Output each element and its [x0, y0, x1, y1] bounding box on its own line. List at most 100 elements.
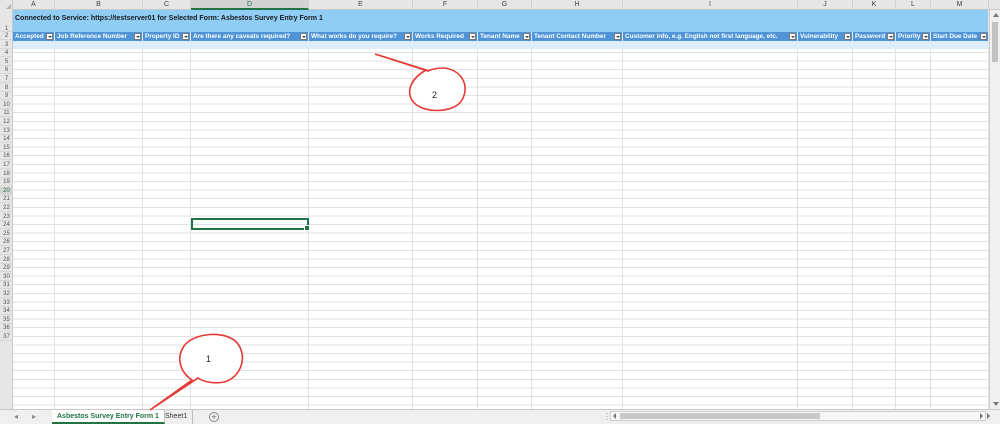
header-cell-b[interactable]: Job Reference Number	[55, 32, 143, 41]
row-header-24[interactable]: 24	[0, 221, 13, 230]
table-first-data-row[interactable]	[13, 41, 988, 49]
row-header-15[interactable]: 15	[0, 144, 13, 152]
filter-dropdown-icon[interactable]	[887, 33, 894, 40]
row-header-21[interactable]: 21	[0, 195, 13, 204]
row-header-25[interactable]: 25	[0, 230, 13, 238]
row-header-14[interactable]: 14	[0, 135, 13, 144]
row-header-30[interactable]: 30	[0, 273, 13, 281]
header-cell-h[interactable]: Tenant Contact Number	[532, 32, 623, 41]
scroll-far-right-icon[interactable]	[987, 413, 990, 419]
row-header-28[interactable]: 28	[0, 256, 13, 264]
vertical-scrollbar[interactable]	[989, 10, 1000, 409]
header-cell-c[interactable]: Property ID	[143, 32, 191, 41]
row-header-12[interactable]: 12	[0, 118, 13, 126]
row-header-26[interactable]: 26	[0, 238, 13, 247]
row-header-5[interactable]: 5	[0, 58, 13, 66]
column-header-j[interactable]: J	[798, 0, 853, 10]
row-header-27[interactable]: 27	[0, 247, 13, 255]
filter-dropdown-icon[interactable]	[789, 33, 796, 40]
row-header-23[interactable]: 23	[0, 213, 13, 221]
row-header-32[interactable]: 32	[0, 290, 13, 298]
column-header-e[interactable]: E	[309, 0, 413, 10]
header-cell-l[interactable]: Priority	[896, 32, 931, 41]
column-header-f[interactable]: F	[413, 0, 478, 10]
row-header-31[interactable]: 31	[0, 281, 13, 290]
column-header-c[interactable]: C	[143, 0, 191, 10]
grid-column-line	[412, 10, 413, 409]
filter-dropdown-icon[interactable]	[469, 33, 476, 40]
header-cell-k[interactable]: Password	[853, 32, 896, 41]
filter-dropdown-icon[interactable]	[300, 33, 307, 40]
scroll-up-icon[interactable]	[993, 13, 999, 17]
add-sheet-icon[interactable]: +	[209, 412, 219, 422]
row-header-3[interactable]: 3	[0, 41, 13, 49]
selected-cell-d20[interactable]	[191, 218, 310, 231]
row-header-29[interactable]: 29	[0, 264, 13, 273]
next-sheet-icon[interactable]: ▸	[30, 413, 38, 421]
scroll-left-icon[interactable]	[613, 413, 616, 419]
header-cell-f[interactable]: Works Required	[413, 32, 478, 41]
filter-dropdown-icon[interactable]	[922, 33, 929, 40]
filter-dropdown-icon[interactable]	[182, 33, 189, 40]
horizontal-scrollbar[interactable]	[610, 411, 986, 421]
vertical-scroll-thumb[interactable]	[992, 22, 998, 62]
filter-dropdown-icon[interactable]	[844, 33, 851, 40]
column-header-h[interactable]: H	[532, 0, 623, 10]
row-header-6[interactable]: 6	[0, 66, 13, 75]
row-header-9[interactable]: 9	[0, 92, 13, 101]
column-header-d[interactable]: D	[191, 0, 309, 10]
row-header-18[interactable]: 18	[0, 170, 13, 178]
header-cell-g[interactable]: Tenant Name	[478, 32, 532, 41]
column-header-g[interactable]: G	[478, 0, 532, 10]
row-header-36[interactable]: 36	[0, 324, 13, 333]
filter-dropdown-icon[interactable]	[614, 33, 621, 40]
filter-dropdown-icon[interactable]	[404, 33, 411, 40]
select-all-button[interactable]	[0, 0, 13, 10]
row-header-33[interactable]: 33	[0, 299, 13, 307]
header-cell-label: Property ID	[145, 33, 180, 40]
header-cell-label: Tenant Contact Number	[534, 33, 606, 40]
row-header-16[interactable]: 16	[0, 152, 13, 161]
column-header-l[interactable]: L	[896, 0, 931, 10]
row-header-10[interactable]: 10	[0, 101, 13, 109]
grid-column-line	[190, 10, 191, 409]
horizontal-scroll-thumb[interactable]	[620, 413, 820, 419]
header-cell-e[interactable]: What works do you require?	[309, 32, 413, 41]
scroll-right-icon[interactable]	[980, 413, 983, 419]
header-cell-j[interactable]: Vulnerability	[798, 32, 853, 41]
sheet-tab-sheet1[interactable]: Sheet1	[160, 410, 194, 424]
row-header-11[interactable]: 11	[0, 109, 13, 118]
filter-dropdown-icon[interactable]	[46, 33, 53, 40]
row-header-17[interactable]: 17	[0, 161, 13, 169]
column-header-b[interactable]: B	[55, 0, 143, 10]
column-header-k[interactable]: K	[853, 0, 896, 10]
row-header-13[interactable]: 13	[0, 127, 13, 135]
header-cell-label: Works Required	[415, 33, 464, 40]
row-header-7[interactable]: 7	[0, 75, 13, 83]
prev-sheet-icon[interactable]: ◂	[12, 413, 20, 421]
row-header-1[interactable]: 1	[0, 10, 13, 32]
header-cell-m[interactable]: Start Due Date	[931, 32, 989, 41]
filter-dropdown-icon[interactable]	[134, 33, 141, 40]
row-header-2[interactable]: 2	[0, 32, 13, 40]
worksheet-grid[interactable]	[13, 10, 1000, 409]
row-header-20[interactable]: 20	[0, 186, 13, 195]
column-header-a[interactable]: A	[13, 0, 55, 10]
column-header-i[interactable]: I	[623, 0, 798, 10]
row-header-34[interactable]: 34	[0, 307, 13, 316]
filter-dropdown-icon[interactable]	[980, 33, 987, 40]
header-cell-a[interactable]: Accepted	[13, 32, 55, 41]
filter-dropdown-icon[interactable]	[523, 33, 530, 40]
row-header-35[interactable]: 35	[0, 316, 13, 324]
sheet-tab-asbestos-survey-entry-form-1[interactable]: Asbestos Survey Entry Form 1	[52, 410, 165, 424]
header-cell-i[interactable]: Customer info, e.g. English not first la…	[623, 32, 798, 41]
row-header-4[interactable]: 4	[0, 49, 13, 58]
row-header-37[interactable]: 37	[0, 333, 13, 341]
header-cell-d[interactable]: Are there any caveats required?	[191, 32, 309, 41]
row-header-19[interactable]: 19	[0, 178, 13, 187]
row-header-8[interactable]: 8	[0, 84, 13, 92]
scroll-down-icon[interactable]	[993, 402, 999, 406]
row-header-22[interactable]: 22	[0, 204, 13, 212]
tab-split-handle[interactable]: ⋮	[603, 412, 611, 422]
column-header-m[interactable]: M	[931, 0, 989, 10]
